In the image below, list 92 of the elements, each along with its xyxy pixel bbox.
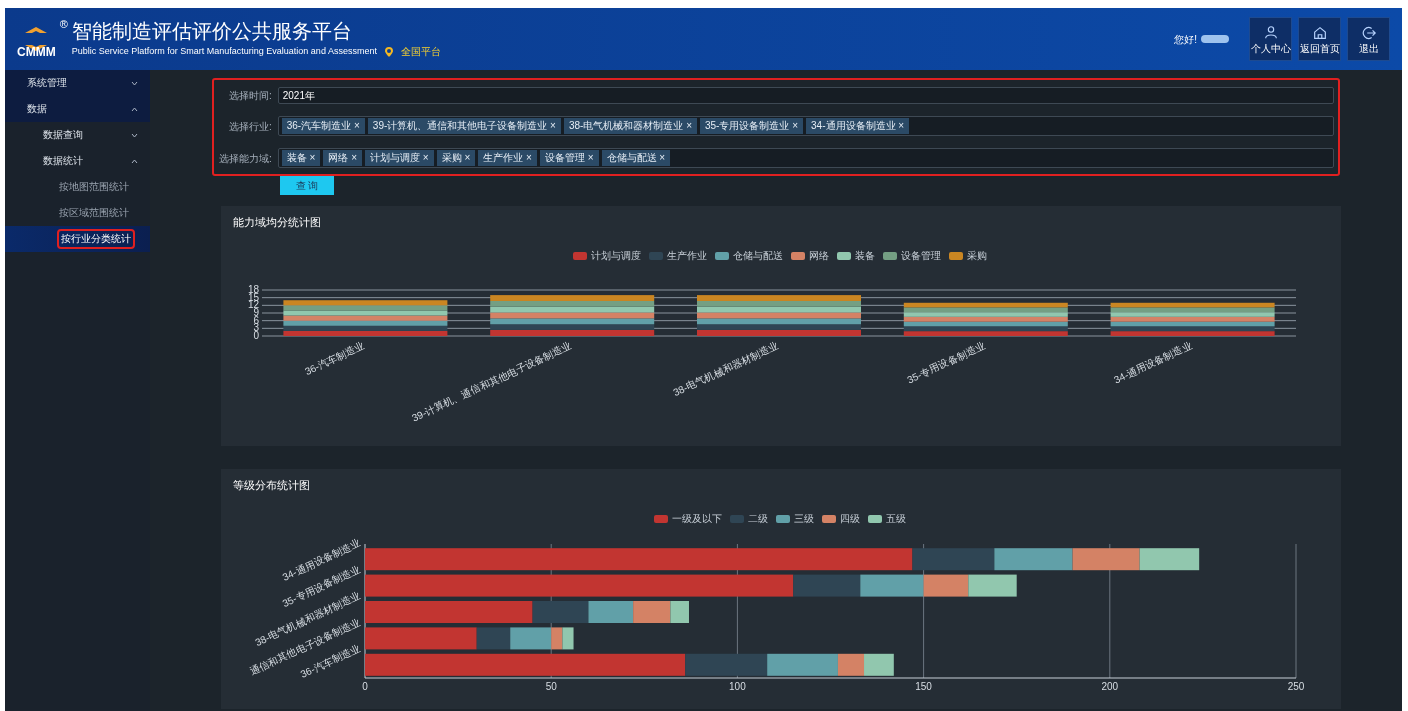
legend-swatch[interactable] xyxy=(715,251,729,260)
bar-segment xyxy=(923,574,969,597)
bar-segment xyxy=(860,574,924,597)
bar-segment xyxy=(1072,547,1140,570)
region-link[interactable]: 全国平台 xyxy=(400,44,441,59)
axis-tick-label: 100 xyxy=(729,680,746,692)
legend-label: 一级及以下 xyxy=(672,512,722,526)
legend-label: 网络 xyxy=(809,249,829,263)
house-icon xyxy=(1311,24,1328,41)
header-person-button[interactable]: 个人中心 xyxy=(1249,17,1292,61)
selected-tag[interactable]: 计划与调度 × xyxy=(365,150,434,166)
blurred-name-mark xyxy=(1201,35,1229,43)
legend-swatch[interactable] xyxy=(868,514,882,523)
legend-label: 仓储与配送 xyxy=(733,249,783,263)
platform-title: 智能制造评估评价公共服务平台 xyxy=(71,19,353,44)
selected-tag[interactable]: 36-汽车制造业 × xyxy=(281,118,365,134)
legend-label: 二级 xyxy=(748,512,768,526)
sidebar-item[interactable]: 数据 xyxy=(5,96,150,122)
chart-title: 等级分布统计图 xyxy=(233,478,310,493)
field-label: 选择行业: xyxy=(227,119,272,134)
category-label: 36-汽车制造业 xyxy=(303,339,367,377)
legend-swatch[interactable] xyxy=(573,251,587,260)
selected-tag[interactable]: 34-通用设备制造业 × xyxy=(806,118,910,134)
bar-segment xyxy=(588,600,634,623)
selected-tag[interactable]: 仓储与配送 × xyxy=(601,150,671,166)
category-label: 38-电气机械和器材制造业 xyxy=(671,339,780,398)
location-pin-icon xyxy=(384,46,393,57)
axis-tick-label: 0 xyxy=(362,680,368,692)
tag-select-field[interactable]: 装备 × 网络 × 计划与调度 × 采购 × 生产作业 × 设备管理 × 仓储与配送 × xyxy=(277,148,1334,168)
sidebar-item[interactable]: 数据查询 xyxy=(5,122,150,148)
chevron-down-icon xyxy=(131,132,138,138)
bar-segment xyxy=(968,574,1017,597)
legend-label: 装备 xyxy=(855,249,875,263)
tag-select-field[interactable]: 36-汽车制造业 × 39-计算机、通信和其他电子设备制造业 × 38-电气机械和器材制造业 × 35-专用设备制造业 × 34-通用设备制造业 × xyxy=(277,116,1334,136)
user-greeting: 您好! xyxy=(1174,32,1197,47)
sidebar-item[interactable]: 数据统计 xyxy=(5,148,150,174)
person-icon xyxy=(1262,24,1279,41)
legend-label: 生产作业 xyxy=(667,249,707,263)
chevron-up-icon xyxy=(131,158,138,164)
category-label: 34-通用设备制造业 xyxy=(1112,339,1194,385)
selected-tag[interactable]: 采购 × xyxy=(436,150,476,166)
chevron-down-icon xyxy=(131,80,138,86)
legend-label: 采购 xyxy=(967,249,987,263)
legend-swatch[interactable] xyxy=(654,514,668,523)
legend-label: 五级 xyxy=(886,512,906,526)
chevron-up-icon xyxy=(131,106,138,112)
field-label: 选择能力域: xyxy=(218,151,272,166)
axis-tick-label: 250 xyxy=(1287,680,1305,692)
axis-tick-label: 200 xyxy=(1101,680,1119,692)
sidebar-item[interactable]: 系统管理 xyxy=(5,70,150,96)
legend-swatch[interactable] xyxy=(649,251,663,260)
legend-label: 设备管理 xyxy=(901,249,941,263)
axis-tick-label: 0 xyxy=(253,329,259,341)
selected-tag[interactable]: 生产作业 × xyxy=(478,150,537,166)
category-label: 39-计算机、通信和其他电子设备制造业 xyxy=(410,339,574,424)
legend-swatch[interactable] xyxy=(837,251,851,260)
selected-tag[interactable]: 35-专用设备制造业 × xyxy=(700,118,804,134)
sidebar-item[interactable]: 按地图范围统计 xyxy=(5,174,150,200)
logout-icon xyxy=(1360,24,1377,41)
time-input-field[interactable]: 2021年 xyxy=(277,87,1334,104)
bar-segment xyxy=(1139,547,1200,570)
axis-tick-label: 50 xyxy=(545,680,557,692)
axis-tick-label: 9 xyxy=(253,306,259,318)
chart-title: 能力域均分统计图 xyxy=(233,215,321,230)
legend-swatch[interactable] xyxy=(883,251,897,260)
logo-text: CMMM xyxy=(17,46,56,58)
sidebar-item[interactable]: 按行业分类统计 xyxy=(5,226,150,252)
bar-segment xyxy=(864,653,894,676)
category-label: 35-专用设备制造业 xyxy=(905,339,987,385)
axis-tick-label: 18 xyxy=(247,283,259,295)
legend-label: 四级 xyxy=(840,512,860,526)
axis-tick-label: 150 xyxy=(915,680,932,692)
legend-label: 计划与调度 xyxy=(591,249,641,263)
legend-swatch[interactable] xyxy=(776,514,790,523)
field-label: 选择时间: xyxy=(227,89,272,103)
registered-mark: ® xyxy=(59,17,68,32)
selected-tag[interactable]: 38-电气机械和器材制造业 × xyxy=(563,118,697,134)
selected-tag[interactable]: 网络 × xyxy=(323,150,362,166)
sidebar-item[interactable]: 按区域范围统计 xyxy=(5,200,150,226)
legend-swatch[interactable] xyxy=(822,514,836,523)
selected-tag[interactable]: 39-计算机、通信和其他电子设备制造业 × xyxy=(367,118,561,134)
legend-label: 三级 xyxy=(794,512,814,526)
legend-swatch[interactable] xyxy=(730,514,744,523)
platform-subtitle: Public Service Platform for Smart Manufacturing Evaluation and Assessment xyxy=(71,44,377,58)
bar-segment xyxy=(562,626,574,649)
header-exit-button[interactable]: 退出 xyxy=(1347,17,1390,61)
selected-tag[interactable]: 设备管理 × xyxy=(539,150,599,166)
legend-swatch[interactable] xyxy=(949,251,963,260)
query-button[interactable]: 查 询 xyxy=(280,176,334,195)
legend-swatch[interactable] xyxy=(791,251,805,260)
header-home-button[interactable]: 返回首页 xyxy=(1298,17,1341,61)
selected-tag[interactable]: 装备 × xyxy=(281,150,321,166)
